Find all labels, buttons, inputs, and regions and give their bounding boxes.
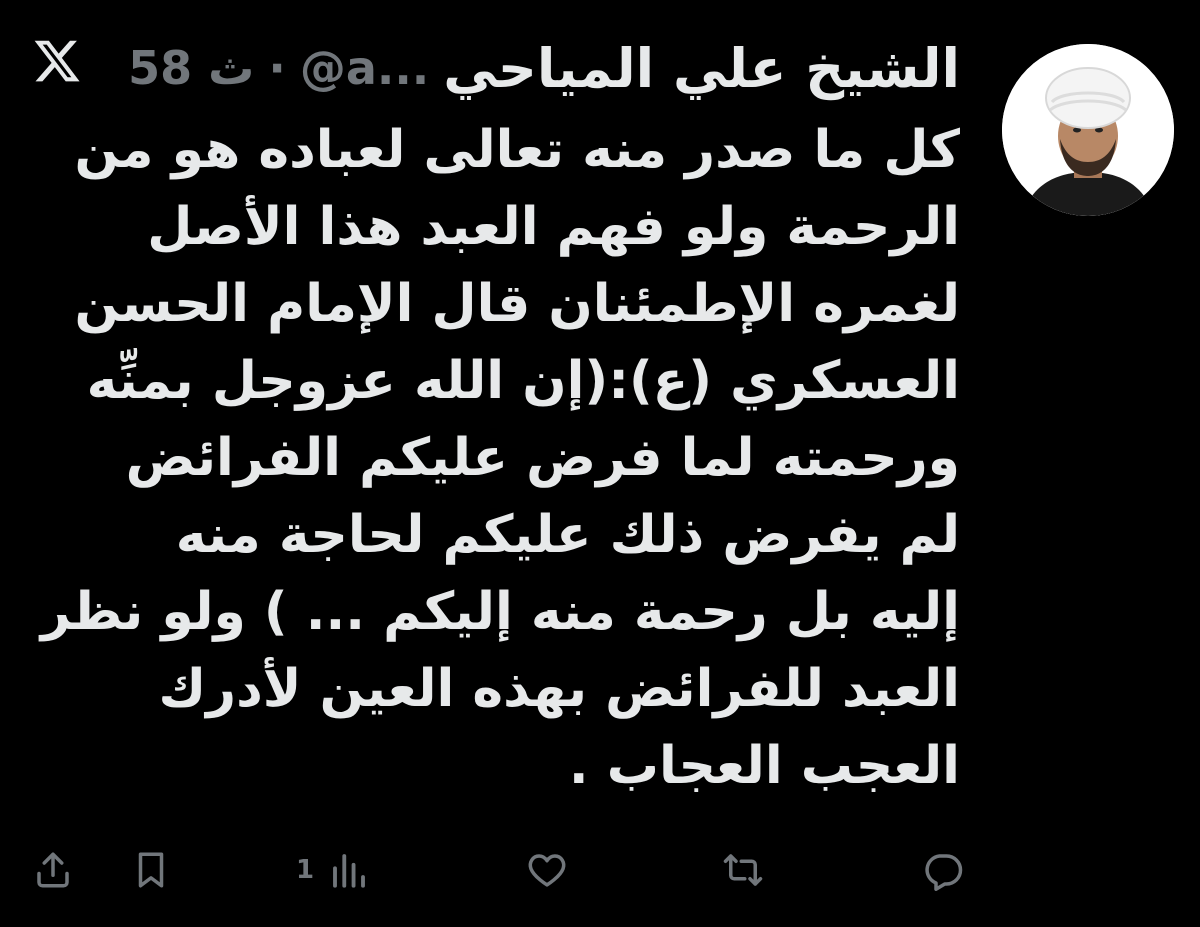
reply-icon: [925, 854, 963, 891]
views-button[interactable]: 1: [296, 840, 370, 900]
tweet-line: كل ما صدر منه تعالى لعباده هو من: [74, 120, 960, 180]
bookmark-button[interactable]: [130, 840, 172, 900]
tweet-line: العبد للفرائض بهذه العين لأدرك: [158, 659, 960, 719]
retweet-icon: [723, 854, 763, 886]
author-name[interactable]: الشيخ علي المياحي: [443, 37, 960, 100]
action-bar: 1: [0, 840, 1200, 900]
views-count: 1: [296, 855, 315, 885]
tweet-line: العسكري (ع):(إن الله عزوجل بمنِّه: [86, 351, 960, 411]
tweet-line: ورحمته لما فرض عليكم الفرائض: [125, 428, 960, 488]
tweet-timestamp[interactable]: 58 ث: [128, 41, 254, 95]
views-chart-icon: [333, 854, 366, 888]
tweet-line: لغمره الإطمئنان قال الإمام الحسن: [74, 274, 960, 334]
retweet-button[interactable]: [722, 840, 764, 900]
separator-dot: ·: [268, 41, 286, 95]
share-icon: [37, 852, 69, 888]
share-button[interactable]: [32, 840, 74, 900]
heart-icon: [528, 854, 566, 887]
avatar[interactable]: [1002, 44, 1174, 216]
tweet-line: الرحمة ولو فهم العبد هذا الأصل: [147, 197, 960, 257]
tweet-line: إليه بل رحمة منه إليكم ... ) ولو نظر: [40, 582, 960, 642]
tweet-line: لم يفرض ذلك عليكم لحاجة منه: [175, 505, 960, 565]
reply-button[interactable]: [922, 840, 964, 900]
like-button[interactable]: [526, 840, 568, 900]
tweet-text: كل ما صدر منه تعالى لعباده هو من الرحمة …: [20, 112, 960, 805]
tweet-header: الشيخ علي المياحي @a... · 58 ث: [40, 28, 960, 108]
tweet-line: العجب العجاب .: [568, 736, 960, 796]
bookmark-icon: [138, 852, 164, 888]
author-handle[interactable]: @a...: [300, 41, 429, 95]
